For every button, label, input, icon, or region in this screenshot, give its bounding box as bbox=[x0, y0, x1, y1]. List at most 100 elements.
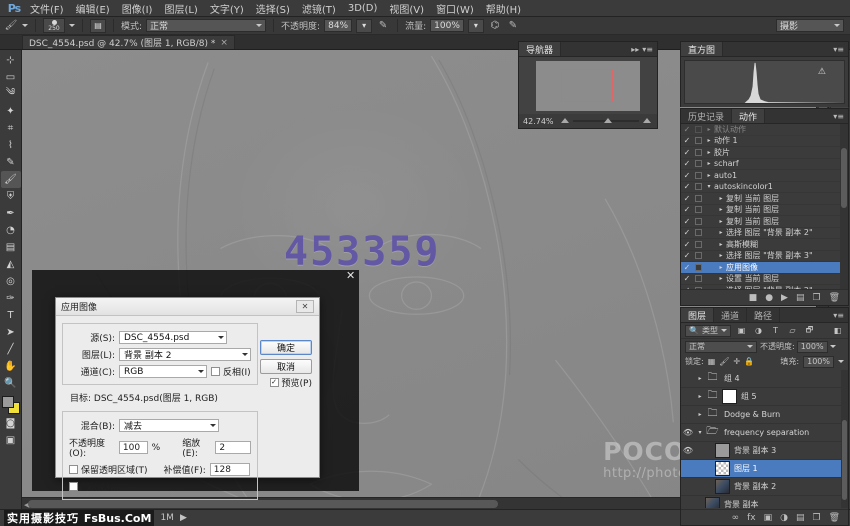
blend-select[interactable]: 减去 bbox=[119, 419, 219, 432]
menu-type[interactable]: 文字(Y) bbox=[204, 0, 250, 18]
chevron-right-icon[interactable]: ▸ bbox=[716, 206, 726, 213]
tab-channels[interactable]: 通道 bbox=[714, 308, 747, 322]
action-row[interactable]: ✓ ▾ autoskincolor1 bbox=[681, 182, 848, 194]
chevron-right-icon[interactable]: ▸ bbox=[704, 172, 714, 179]
lock-transparent-icon[interactable]: ▦ bbox=[708, 357, 716, 366]
action-row[interactable]: ✓ ▸ 默认动作 bbox=[681, 124, 848, 136]
tool-hand[interactable]: ✋ bbox=[1, 358, 21, 375]
tool-eraser[interactable]: ◔ bbox=[1, 222, 21, 239]
navigator-zoom-slider[interactable] bbox=[559, 116, 653, 126]
stop-icon[interactable]: ■ bbox=[749, 293, 758, 303]
tool-type[interactable]: T bbox=[1, 307, 21, 324]
tab-histogram[interactable]: 直方图 bbox=[681, 42, 723, 56]
record-icon[interactable]: ● bbox=[765, 293, 773, 303]
visibility-toggle-icon[interactable]: 👁 bbox=[681, 446, 695, 455]
filter-shape-icon[interactable]: ▱ bbox=[786, 325, 799, 337]
new-group-icon[interactable]: ▤ bbox=[796, 513, 805, 523]
action-row[interactable]: ✓ ▸ 动作 1 bbox=[681, 136, 848, 148]
flow-slider-icon[interactable]: ▾ bbox=[468, 19, 484, 33]
action-dialog-toggle[interactable] bbox=[693, 229, 704, 236]
action-dialog-toggle[interactable] bbox=[693, 264, 704, 271]
menu-image[interactable]: 图像(I) bbox=[116, 0, 159, 18]
layer-style-icon[interactable]: fx bbox=[747, 513, 756, 523]
tool-lasso[interactable]: ༄ bbox=[1, 86, 21, 103]
brush-panel-caret-icon[interactable] bbox=[69, 24, 75, 27]
layer-filter-type-select[interactable]: 🔍 类型 bbox=[685, 325, 731, 337]
quick-mask-toggle-icon[interactable]: ◙ bbox=[1, 415, 21, 432]
offset-input[interactable]: 128 bbox=[210, 463, 250, 476]
lock-position-icon[interactable]: ✛ bbox=[733, 357, 740, 366]
menu-file[interactable]: 文件(F) bbox=[24, 0, 70, 18]
action-row[interactable]: ✓ ▸ 设置 当前 图层 bbox=[681, 274, 848, 286]
brush-tool-icon[interactable]: 🖌 bbox=[4, 19, 18, 33]
mask-checkbox[interactable]: 蒙版(K)... bbox=[69, 480, 121, 493]
color-swatches[interactable] bbox=[1, 395, 21, 415]
overlay-close-icon[interactable]: ✕ bbox=[346, 269, 355, 282]
action-row[interactable]: ✓ ▸ 复制 当前 图层 bbox=[681, 193, 848, 205]
delete-icon[interactable]: 🗑 bbox=[829, 293, 840, 303]
action-row[interactable]: ✓ ▸ 复制 当前 图层 bbox=[681, 205, 848, 217]
layer-mask-thumbnail[interactable] bbox=[722, 389, 737, 404]
visibility-toggle-icon[interactable]: 👁 bbox=[681, 428, 695, 437]
chevron-right-icon[interactable]: ▸ bbox=[695, 411, 705, 418]
foreground-color-swatch[interactable] bbox=[2, 396, 14, 408]
layer-row[interactable]: 👁 背景 副本 3 bbox=[681, 442, 848, 460]
action-toggle-icon[interactable]: ✓ bbox=[681, 136, 693, 145]
layer-thumbnail[interactable] bbox=[705, 497, 720, 508]
action-row[interactable]: ✓ ▸ 高斯模糊 bbox=[681, 239, 848, 251]
action-dialog-toggle[interactable] bbox=[693, 275, 704, 282]
blend-mode-select[interactable]: 正常 bbox=[146, 19, 266, 32]
navigator-zoom-value[interactable]: 42.74% bbox=[523, 117, 554, 126]
panel-menu-icon[interactable]: ▾≡ bbox=[833, 311, 844, 320]
action-dialog-toggle[interactable] bbox=[693, 172, 704, 179]
airbrush-icon[interactable]: ⌬ bbox=[488, 19, 502, 33]
action-row-selected[interactable]: ✓ ▸ 应用图像 bbox=[681, 262, 848, 274]
action-dialog-toggle[interactable] bbox=[693, 149, 704, 156]
brush-size-preview[interactable]: 250 bbox=[43, 18, 65, 33]
actions-list[interactable]: ✓ ▸ 默认动作 ✓ ▸ 动作 1 ✓ ▸ 胶片 ✓ ▸ scharf ✓ ▸ … bbox=[681, 124, 848, 289]
chevron-down-icon[interactable]: ▾ bbox=[695, 429, 705, 436]
chevron-right-icon[interactable]: ▸ bbox=[716, 218, 726, 225]
chevron-down-icon[interactable]: ▾ bbox=[704, 183, 714, 190]
status-doc-arrow[interactable]: ▶ bbox=[180, 513, 187, 523]
menu-edit[interactable]: 编辑(E) bbox=[70, 0, 116, 18]
layer-row-selected[interactable]: 图层 1 bbox=[681, 460, 848, 478]
chevron-right-icon[interactable]: ▸ bbox=[716, 275, 726, 282]
preserve-transparency-checkbox[interactable]: 保留透明区域(T) bbox=[69, 463, 148, 476]
new-set-icon[interactable]: ▤ bbox=[796, 293, 805, 303]
tab-layers[interactable]: 图层 bbox=[681, 308, 714, 322]
action-toggle-icon[interactable]: ✓ bbox=[681, 205, 693, 214]
layer-opacity-value[interactable]: 100% bbox=[797, 341, 828, 353]
action-toggle-icon[interactable]: ✓ bbox=[681, 125, 693, 134]
tool-blur[interactable]: ◭ bbox=[1, 256, 21, 273]
invert-checkbox[interactable]: 反相(I) bbox=[211, 365, 251, 378]
opacity-input[interactable]: 100 bbox=[119, 441, 148, 454]
menu-layer[interactable]: 图层(L) bbox=[158, 0, 203, 18]
chevron-right-icon[interactable]: ▸ bbox=[695, 393, 705, 400]
tool-shape[interactable]: ╱ bbox=[1, 341, 21, 358]
action-row[interactable]: ✓ ▸ 胶片 bbox=[681, 147, 848, 159]
chevron-right-icon[interactable]: ▸ bbox=[716, 252, 726, 259]
layer-row[interactable]: ▸ 🗀 Dodge & Burn bbox=[681, 406, 848, 424]
layer-row[interactable]: 👁 ▾ 🗁 frequency separation bbox=[681, 424, 848, 442]
chevron-down-icon[interactable] bbox=[838, 360, 844, 363]
tool-brush[interactable]: 🖌 bbox=[1, 171, 21, 188]
action-toggle-icon[interactable]: ✓ bbox=[681, 148, 693, 157]
filter-enable-toggle-icon[interactable]: ◧ bbox=[831, 325, 844, 337]
action-toggle-icon[interactable]: ✓ bbox=[681, 263, 693, 272]
action-dialog-toggle[interactable] bbox=[693, 137, 704, 144]
opacity-pressure-icon[interactable]: ✎ bbox=[376, 19, 390, 33]
play-icon[interactable]: ▶ bbox=[781, 293, 788, 303]
filter-type-icon[interactable]: T bbox=[769, 325, 782, 337]
action-toggle-icon[interactable]: ✓ bbox=[681, 217, 693, 226]
layer-mask-icon[interactable]: ▣ bbox=[764, 513, 773, 523]
layer-thumbnail[interactable] bbox=[715, 479, 730, 494]
new-layer-icon[interactable]: ❐ bbox=[812, 513, 820, 523]
action-dialog-toggle[interactable] bbox=[693, 241, 704, 248]
menu-window[interactable]: 窗口(W) bbox=[430, 0, 480, 18]
menu-help[interactable]: 帮助(H) bbox=[480, 0, 527, 18]
panel-menu-icon[interactable]: ▾≡ bbox=[642, 45, 653, 54]
tool-crop[interactable]: ⌗ bbox=[1, 120, 21, 137]
brush-preset-caret-icon[interactable] bbox=[22, 24, 28, 27]
lock-all-icon[interactable]: 🔒 bbox=[744, 357, 754, 366]
